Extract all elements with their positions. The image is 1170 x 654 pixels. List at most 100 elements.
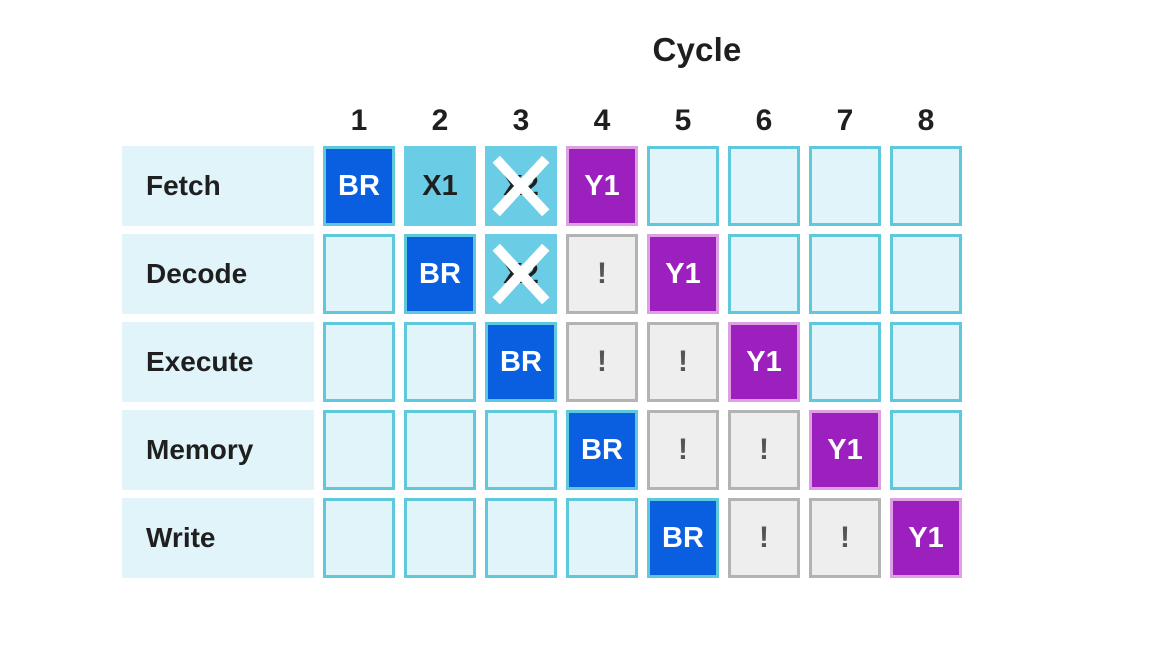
- grid-cell: BR: [323, 146, 395, 226]
- grid-cell: BR: [566, 410, 638, 490]
- pipeline-cell-memory-cycle-3[interactable]: [485, 410, 557, 490]
- pipeline-cell-memory-cycle-6[interactable]: !: [728, 410, 800, 490]
- pipeline-grid-container: 1 2 3 4 5 6 7 8 Fetch BR X1 X2 Y1 Decode BR X2!…: [113, 96, 971, 586]
- pipeline-cell-fetch-cycle-8[interactable]: [890, 146, 962, 226]
- pipeline-cell-execute-cycle-8[interactable]: [890, 322, 962, 402]
- pipeline-cell-decode-cycle-5[interactable]: Y1: [647, 234, 719, 314]
- header-row: 1 2 3 4 5 6 7 8: [122, 104, 962, 138]
- pipeline-cell-execute-cycle-7[interactable]: [809, 322, 881, 402]
- table-row: Memory BR!! Y1: [122, 410, 962, 490]
- cell-label: X1: [422, 169, 458, 202]
- pipeline-cell-execute-cycle-2[interactable]: [404, 322, 476, 402]
- pipeline-cell-write-cycle-7[interactable]: !: [809, 498, 881, 578]
- pipeline-cell-memory-cycle-7[interactable]: Y1: [809, 410, 881, 490]
- grid-cell: [566, 498, 638, 578]
- cell-label: !: [678, 345, 688, 378]
- grid-cell: !: [647, 410, 719, 490]
- grid-cell: [323, 322, 395, 402]
- grid-cell: !: [647, 322, 719, 402]
- pipeline-cell-write-cycle-5[interactable]: BR: [647, 498, 719, 578]
- cell-label: BR: [500, 345, 542, 378]
- pipeline-cell-decode-cycle-1[interactable]: [323, 234, 395, 314]
- stage-label-text: Memory: [146, 434, 254, 465]
- cell-label: Y1: [584, 169, 620, 202]
- grid-cell: [404, 410, 476, 490]
- grid-cell: [890, 146, 962, 226]
- pipeline-cell-write-cycle-4[interactable]: [566, 498, 638, 578]
- grid-cell: X2: [485, 146, 557, 226]
- grid-cell: [728, 146, 800, 226]
- column-header-6: 6: [755, 104, 773, 137]
- grid-cell: [323, 234, 395, 314]
- stage-label-memory: Memory: [122, 410, 314, 490]
- table-row: Decode BR X2! Y1: [122, 234, 962, 314]
- grid-cell: !: [728, 498, 800, 578]
- pipeline-cell-memory-cycle-4[interactable]: BR: [566, 410, 638, 490]
- pipeline-cell-write-cycle-8[interactable]: Y1: [890, 498, 962, 578]
- pipeline-cell-write-cycle-3[interactable]: [485, 498, 557, 578]
- pipeline-cell-execute-cycle-4[interactable]: !: [566, 322, 638, 402]
- grid-cell: BR: [647, 498, 719, 578]
- grid-cell: [323, 498, 395, 578]
- pipeline-cell-execute-cycle-1[interactable]: [323, 322, 395, 402]
- pipeline-cell-execute-cycle-3[interactable]: BR: [485, 322, 557, 402]
- pipeline-cell-fetch-cycle-2[interactable]: X1: [404, 146, 476, 226]
- pipeline-diagram: Cycle 1 2 3 4 5 6 7 8 Fetch BR X1 X2 Y1 Decod…: [0, 0, 1170, 654]
- pipeline-cell-write-cycle-2[interactable]: [404, 498, 476, 578]
- stage-label-write: Write: [122, 498, 314, 578]
- cell-label: !: [597, 257, 607, 290]
- cell-label: Y1: [908, 521, 944, 554]
- stage-label-text: Decode: [146, 258, 248, 289]
- table-header: 1 2 3 4 5 6 7 8: [122, 104, 962, 138]
- column-header-4: 4: [593, 104, 611, 137]
- table-row: Execute BR!! Y1: [122, 322, 962, 402]
- grid-cell: [809, 234, 881, 314]
- grid-cell: [890, 234, 962, 314]
- pipeline-cell-decode-cycle-6[interactable]: [728, 234, 800, 314]
- pipeline-cell-decode-cycle-3[interactable]: X2: [485, 234, 557, 314]
- column-header-1: 1: [350, 104, 368, 137]
- pipeline-cell-fetch-cycle-1[interactable]: BR: [323, 146, 395, 226]
- cell-label: Y1: [665, 257, 701, 290]
- pipeline-cell-write-cycle-6[interactable]: !: [728, 498, 800, 578]
- grid-cell: Y1: [890, 498, 962, 578]
- grid-cell: [890, 322, 962, 402]
- grid-cell: !: [566, 322, 638, 402]
- pipeline-cell-fetch-cycle-6[interactable]: [728, 146, 800, 226]
- pipeline-cell-decode-cycle-4[interactable]: !: [566, 234, 638, 314]
- grid-cell: [647, 146, 719, 226]
- stage-label-decode: Decode: [122, 234, 314, 314]
- grid-cell: !: [809, 498, 881, 578]
- pipeline-cell-memory-cycle-8[interactable]: [890, 410, 962, 490]
- column-header-7: 7: [836, 104, 854, 137]
- pipeline-cell-fetch-cycle-7[interactable]: [809, 146, 881, 226]
- pipeline-cell-fetch-cycle-4[interactable]: Y1: [566, 146, 638, 226]
- pipeline-cell-decode-cycle-8[interactable]: [890, 234, 962, 314]
- pipeline-cell-decode-cycle-7[interactable]: [809, 234, 881, 314]
- grid-cell: Y1: [566, 146, 638, 226]
- pipeline-cell-write-cycle-1[interactable]: [323, 498, 395, 578]
- grid-cell: [890, 410, 962, 490]
- grid-cell: [485, 410, 557, 490]
- cell-label: !: [678, 433, 688, 466]
- pipeline-cell-fetch-cycle-5[interactable]: [647, 146, 719, 226]
- stage-label-text: Execute: [146, 346, 254, 377]
- grid-cell: [323, 410, 395, 490]
- pipeline-cell-execute-cycle-6[interactable]: Y1: [728, 322, 800, 402]
- pipeline-table: 1 2 3 4 5 6 7 8 Fetch BR X1 X2 Y1 Decode BR X2!…: [113, 96, 971, 586]
- pipeline-cell-memory-cycle-5[interactable]: !: [647, 410, 719, 490]
- page-title-text: Cycle: [652, 31, 742, 68]
- column-header-3: 3: [512, 104, 530, 137]
- table-row: Fetch BR X1 X2 Y1: [122, 146, 962, 226]
- cell-label: Y1: [746, 345, 782, 378]
- grid-cell: [404, 322, 476, 402]
- pipeline-cell-decode-cycle-2[interactable]: BR: [404, 234, 476, 314]
- cell-label: X2: [503, 257, 539, 290]
- pipeline-cell-fetch-cycle-3[interactable]: X2: [485, 146, 557, 226]
- pipeline-cell-execute-cycle-5[interactable]: !: [647, 322, 719, 402]
- pipeline-cell-memory-cycle-2[interactable]: [404, 410, 476, 490]
- pipeline-cell-memory-cycle-1[interactable]: [323, 410, 395, 490]
- cell-label: X2: [503, 169, 539, 202]
- grid-cell: X2: [485, 234, 557, 314]
- column-header-2: 2: [431, 104, 449, 137]
